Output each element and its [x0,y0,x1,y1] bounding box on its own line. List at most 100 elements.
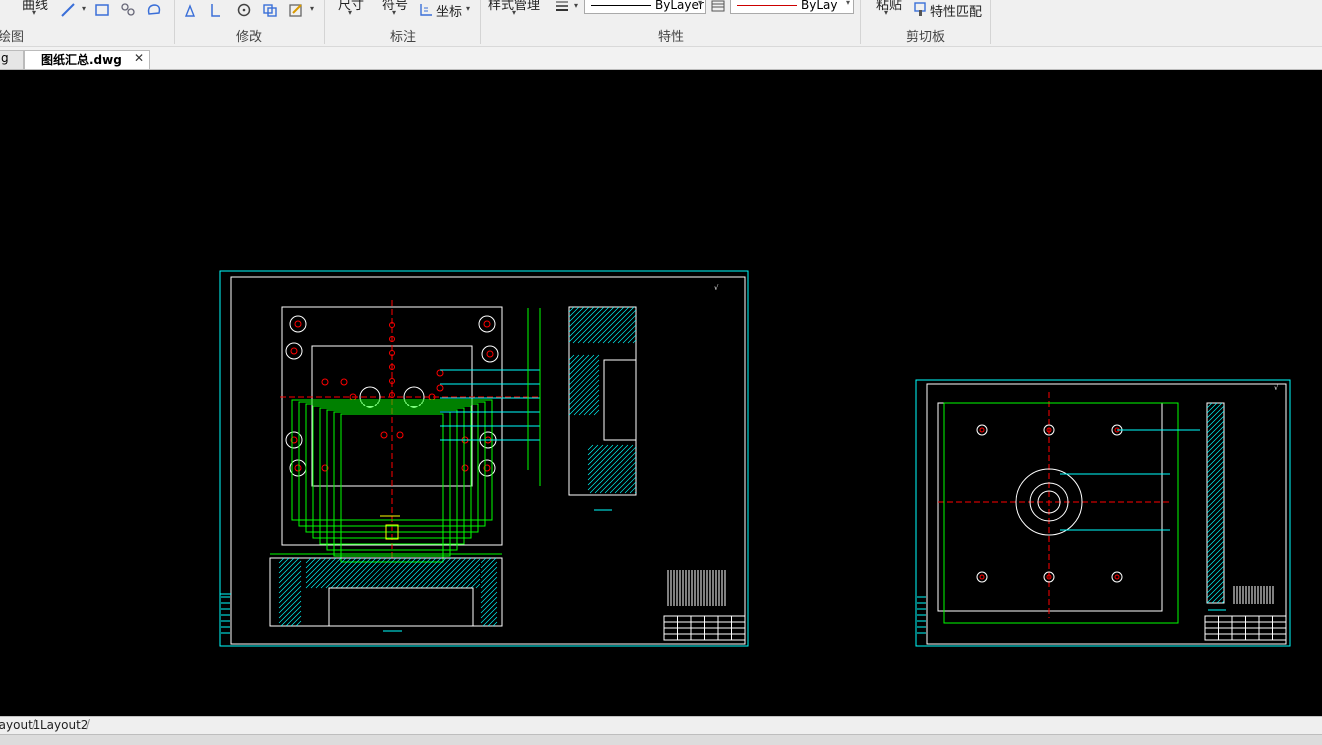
coordinate-icon[interactable] [418,2,434,18]
small-hole [461,464,469,472]
rotate-icon[interactable] [236,2,252,18]
line-tool-icon[interactable] [60,2,76,18]
chevron-down-icon[interactable]: ▾ [466,4,470,13]
hatch-line [587,444,599,456]
layout-tab[interactable]: Layout2 [40,718,88,732]
document-tab-active[interactable]: 图纸汇总.dwg ✕ [24,50,150,69]
hatch-tool-icon[interactable] [120,2,136,18]
chevron-down-icon[interactable]: ▾ [348,8,352,17]
panel-divider [324,0,325,44]
hatch-line [1206,410,1225,429]
paste-button[interactable]: 粘贴 [876,0,902,13]
hatch-line [1206,495,1225,514]
document-tab[interactable]: g [0,50,24,69]
hatch-line [587,444,619,476]
chevron-down-icon[interactable]: ▾ [82,4,86,13]
small-hole [380,431,388,439]
coordinate-button[interactable]: 坐标 [436,1,462,20]
chevron-down-icon[interactable]: ▾ [884,8,888,17]
plate-outline [937,402,1163,612]
hatch-line [604,461,637,494]
chevron-down-icon[interactable]: ▾ [32,8,36,17]
hatch-line [1206,555,1225,574]
document-tab-bar: g 图纸汇总.dwg ✕ [0,47,1322,70]
hole-center [290,347,298,355]
hatch-line [487,616,498,627]
chevron-down-icon[interactable]: ▾ [512,8,516,17]
hatch-line [290,615,302,627]
hatch-line [480,571,498,589]
color-sample [737,5,797,6]
bottom-cavity [328,587,474,627]
hatch-line [480,561,498,579]
hatch-line [480,557,492,569]
hatch-line [480,576,498,594]
status-bar [0,734,1322,745]
small-hole [321,378,329,386]
chevron-down-icon[interactable]: ▾ [310,4,314,13]
hatch-line [568,354,600,386]
hatch-line [622,329,637,344]
hatch-line [1206,420,1225,439]
close-icon[interactable]: ✕ [134,51,144,65]
drawing-svg: √√ [219,270,1291,647]
hatch-line [1206,545,1225,564]
hatch-line [1206,402,1218,414]
lineweight-icon[interactable] [554,0,570,14]
hatch-line [568,354,575,361]
hatch-line [278,557,290,569]
hatch-line [568,379,600,411]
annotate-panel-title: 标注 [390,30,417,45]
chevron-down-icon[interactable]: ▾ [392,8,396,17]
document-tab-label: 图纸汇总.dwg [41,53,122,67]
hatch-line [1211,590,1225,604]
hatch-line [568,384,600,416]
hatch-line [1206,435,1225,454]
hatch-line [587,444,614,471]
stretch-icon[interactable] [184,2,200,18]
hatch-line [295,620,302,627]
hole-circle [285,342,303,360]
section-hatch [480,557,498,627]
match-properties-button[interactable]: 特性匹配 [930,1,982,20]
hatch-line [568,306,580,318]
sheet-frame-outer [915,379,1291,647]
layout-tab-bar: Layout1 / Layout2 / [0,716,1322,735]
hatch-line [1206,460,1225,479]
hatch-line [315,557,347,589]
copy-icon[interactable] [262,2,278,18]
hatch-line [612,319,637,344]
region-tool-icon[interactable] [146,2,162,18]
hole-circle [481,345,499,363]
rectangle-tool-icon[interactable] [94,2,110,18]
mirror-icon[interactable] [208,2,224,18]
chevron-down-icon[interactable]: ▾ [574,1,578,10]
hatch-line [1206,535,1225,554]
edit-icon[interactable] [288,2,304,18]
panel-divider [174,0,175,44]
hatch-line [1206,450,1225,469]
hatch-line [1206,455,1225,474]
hatch-line [480,557,487,564]
hatch-line [1206,520,1225,539]
modify-panel-title: 修改 [236,30,263,45]
hole-center [1114,574,1120,580]
linetype-select[interactable]: ByLayer ▾ [584,0,706,14]
hatch-line [1206,565,1225,584]
draw-panel-title: 绘图 [0,30,25,45]
hatch-line [305,557,337,589]
match-properties-icon[interactable] [912,1,928,17]
hatch-line [619,476,637,494]
hatch-line [305,557,312,564]
hatch-line [1206,530,1225,549]
color-select[interactable]: ByLayer ▾ [730,0,854,14]
hatch-line [627,334,637,344]
hatch-line [305,557,332,584]
hole-circle [289,315,307,333]
color-icon[interactable] [710,0,726,14]
hatch-line [305,557,317,569]
hatch-line [280,605,302,627]
hatch-line [1206,415,1225,434]
layout-tab-label: Layout2 [40,718,89,732]
drawing-canvas[interactable]: √ √ [0,70,1322,716]
